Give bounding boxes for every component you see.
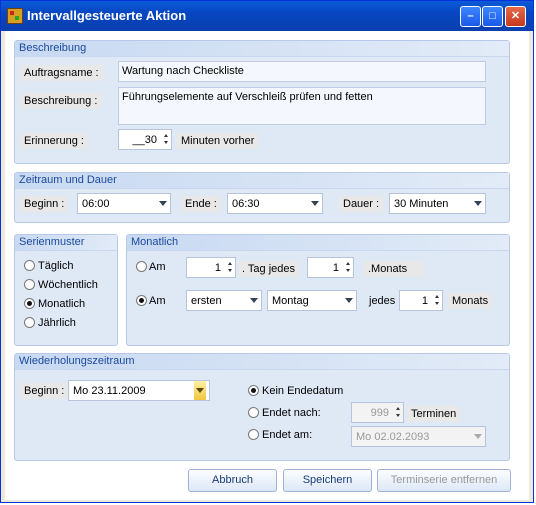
radio-label-jaehrlich: Jährlich bbox=[38, 317, 76, 329]
close-button[interactable]: ✕ bbox=[505, 6, 526, 27]
serie-beginn-value: Mo 23.11.2009 bbox=[73, 385, 146, 397]
ende-time-select[interactable]: 06:30 bbox=[227, 193, 323, 214]
radio-am-wochentag[interactable] bbox=[136, 295, 147, 306]
group-wiederholung: Wiederholungszeitraum Beginn : Mo 23.11.… bbox=[14, 353, 510, 461]
dauer-value: 30 Minuten bbox=[394, 198, 449, 210]
monate-stepper-1[interactable]: 1 bbox=[307, 257, 354, 278]
group-title: Beschreibung bbox=[15, 41, 509, 57]
tag-jedes-label: . Tag jedes bbox=[238, 261, 300, 277]
abbruch-button[interactable]: Abbruch bbox=[188, 469, 277, 492]
chevron-down-icon bbox=[250, 298, 258, 303]
serie-beginn-datepicker[interactable]: Mo 23.11.2009 bbox=[68, 380, 210, 401]
group-zeitraum: Zeitraum und Dauer Beginn : 06:00 Ende :… bbox=[14, 172, 510, 223]
calendar-dropdown-icon[interactable] bbox=[194, 381, 206, 400]
ordinal-value: ersten bbox=[191, 295, 222, 307]
monate-value-2: 1 bbox=[421, 295, 428, 307]
radio-endet-nach[interactable] bbox=[248, 407, 259, 418]
erinnerung-label: Erinnerung : bbox=[20, 133, 88, 149]
radio-jaehrlich[interactable] bbox=[24, 317, 35, 328]
monate-value-1: 1 bbox=[332, 262, 339, 274]
chevron-down-icon bbox=[474, 434, 482, 439]
tag-stepper[interactable]: 1 bbox=[186, 257, 236, 278]
monats-label-2: Monats bbox=[448, 293, 493, 309]
am-label-1: Am bbox=[149, 261, 166, 273]
spin-up-icon[interactable] bbox=[228, 262, 232, 265]
weekday-value: Montag bbox=[272, 295, 309, 307]
chevron-down-icon bbox=[159, 201, 167, 206]
window-title: Intervallgesteuerte Aktion bbox=[27, 8, 187, 23]
app-icon bbox=[7, 8, 23, 24]
erinnerung-unit: Minuten vorher bbox=[177, 133, 259, 149]
auftragsname-input[interactable]: Wartung nach Checkliste bbox=[118, 61, 486, 82]
dialog-window: Intervallgesteuerte Aktion – □ ✕ Beschre… bbox=[0, 0, 534, 503]
termine-label: Terminen bbox=[407, 406, 461, 422]
dialog-body: Beschreibung Auftragsname : Wartung nach… bbox=[5, 31, 529, 500]
chevron-down-icon bbox=[474, 201, 482, 206]
beschreibung-textarea[interactable]: Führungselemente auf Verschleiß prüfen u… bbox=[118, 87, 486, 125]
group-serienmuster: Serienmuster Täglich Wöchentlich Monatli… bbox=[14, 234, 118, 346]
endet-nach-value: 999 bbox=[370, 407, 389, 419]
group-title: Serienmuster bbox=[15, 235, 117, 251]
dauer-label: Dauer : bbox=[339, 196, 384, 212]
spin-down-icon[interactable] bbox=[346, 269, 350, 272]
group-monatlich: Monatlich Am 1 . Tag jedes 1 .Monats Am … bbox=[126, 234, 510, 346]
spin-down-icon[interactable] bbox=[435, 302, 439, 305]
radio-label-monatlich: Monatlich bbox=[38, 298, 86, 310]
radio-label-woechentlich: Wöchentlich bbox=[38, 279, 98, 291]
ordinal-select[interactable]: ersten bbox=[186, 290, 262, 311]
speichern-button[interactable]: Speichern bbox=[283, 469, 372, 492]
spin-up-icon[interactable] bbox=[164, 134, 168, 137]
spin-up-icon[interactable] bbox=[346, 262, 350, 265]
radio-label-taeglich: Täglich bbox=[38, 260, 74, 272]
erinnerung-stepper[interactable]: __30 bbox=[118, 129, 172, 150]
beginn-time-select[interactable]: 06:00 bbox=[77, 193, 171, 214]
endet-am-datepicker[interactable]: Mo 02.02.2093 bbox=[351, 426, 486, 447]
title-bar[interactable]: Intervallgesteuerte Aktion – □ ✕ bbox=[1, 1, 533, 31]
endet-nach-stepper[interactable]: 999 bbox=[351, 402, 404, 423]
radio-woechentlich[interactable] bbox=[24, 279, 35, 290]
terminserie-entfernen-button[interactable]: Terminserie entfernen bbox=[377, 469, 511, 492]
radio-monatlich[interactable] bbox=[24, 298, 35, 309]
chevron-down-icon bbox=[311, 201, 319, 206]
beginn-time-value: 06:00 bbox=[82, 198, 110, 210]
dauer-select[interactable]: 30 Minuten bbox=[389, 193, 486, 214]
group-title: Zeitraum und Dauer bbox=[15, 173, 509, 189]
monate-stepper-2[interactable]: 1 bbox=[399, 290, 443, 311]
kein-ende-label: Kein Endedatum bbox=[262, 385, 344, 397]
spin-up-icon[interactable] bbox=[435, 295, 439, 298]
ende-time-value: 06:30 bbox=[232, 198, 260, 210]
spin-down-icon[interactable] bbox=[164, 141, 168, 144]
weekday-select[interactable]: Montag bbox=[267, 290, 357, 311]
group-beschreibung: Beschreibung Auftragsname : Wartung nach… bbox=[14, 40, 510, 164]
spin-down-icon[interactable] bbox=[228, 269, 232, 272]
group-title: Monatlich bbox=[127, 235, 509, 251]
jedes-label: jedes bbox=[369, 295, 396, 307]
spin-down-icon[interactable] bbox=[396, 414, 400, 417]
monats-label-1: .Monats bbox=[364, 261, 424, 277]
beginn-label: Beginn : bbox=[20, 196, 69, 212]
minimize-button[interactable]: – bbox=[460, 6, 481, 27]
beschreibung-label: Beschreibung : bbox=[20, 93, 102, 109]
ende-label: Ende : bbox=[181, 196, 221, 212]
maximize-button[interactable]: □ bbox=[482, 6, 503, 27]
radio-kein-ende[interactable] bbox=[248, 385, 259, 396]
auftragsname-label: Auftragsname : bbox=[20, 65, 103, 81]
endet-am-value: Mo 02.02.2093 bbox=[356, 431, 430, 443]
chevron-down-icon bbox=[345, 298, 353, 303]
endet-nach-label: Endet nach: bbox=[262, 407, 321, 419]
radio-am-tag[interactable] bbox=[136, 261, 147, 272]
group-title: Wiederholungszeitraum bbox=[15, 354, 509, 370]
radio-endet-am[interactable] bbox=[248, 429, 259, 440]
tag-value: 1 bbox=[214, 262, 221, 274]
endet-am-label: Endet am: bbox=[262, 429, 313, 441]
am-label-2: Am bbox=[149, 295, 166, 307]
radio-taeglich[interactable] bbox=[24, 260, 35, 271]
erinnerung-value: __30 bbox=[132, 134, 157, 146]
spin-up-icon[interactable] bbox=[396, 407, 400, 410]
serie-beginn-label: Beginn : bbox=[20, 383, 69, 399]
